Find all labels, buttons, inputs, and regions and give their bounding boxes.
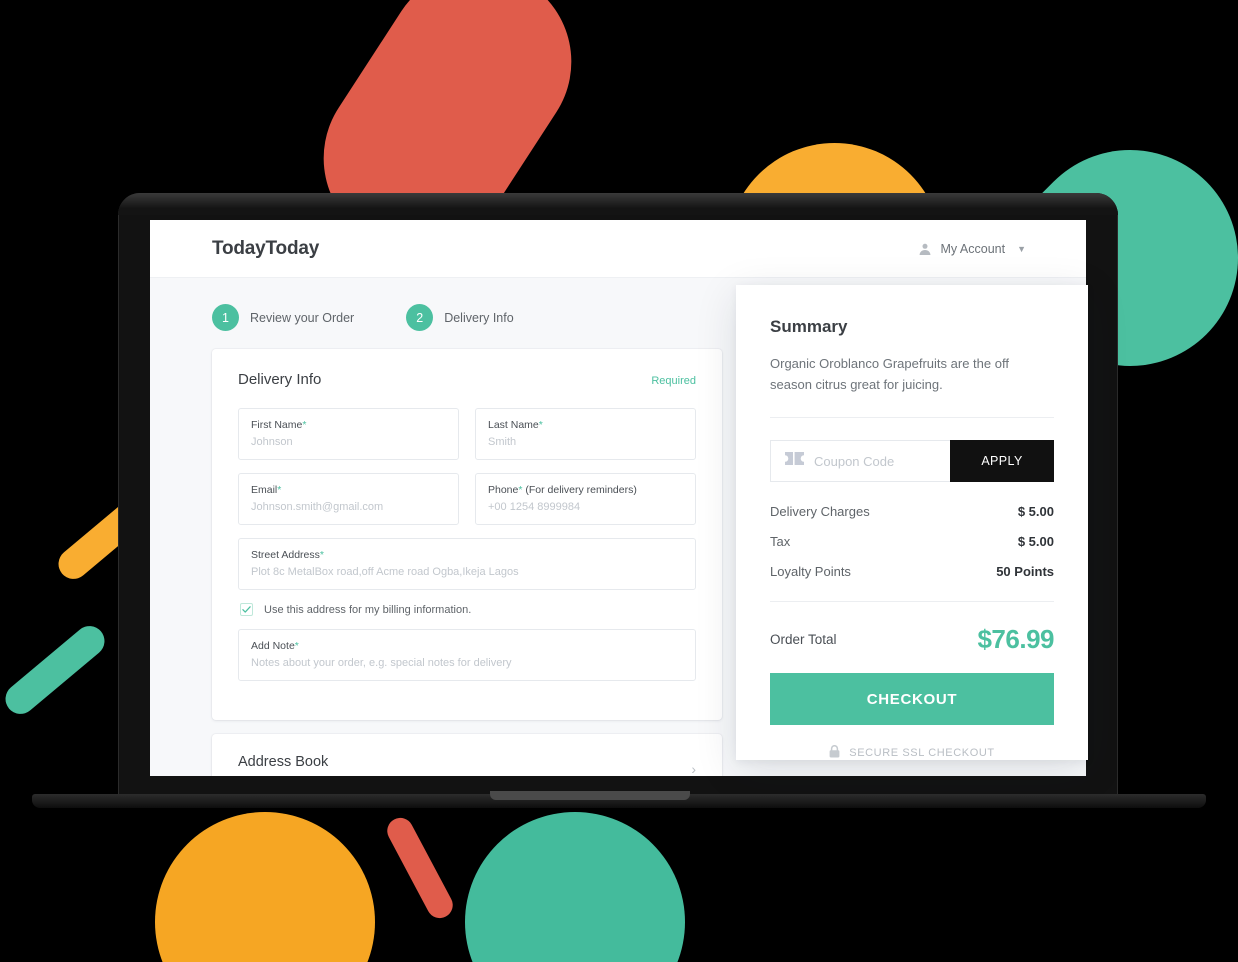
account-menu[interactable]: My Account ▼ xyxy=(918,242,1026,256)
phone-input[interactable]: +00 1254 8999984 xyxy=(488,501,683,513)
email-field[interactable]: Email* Johnson.smith@gmail.com xyxy=(238,473,459,525)
name-field-row: First Name* Johnson Last Name* Smith xyxy=(238,408,696,460)
summary-line-delivery: Delivery Charges $ 5.00 xyxy=(770,504,1054,519)
summary-description: Organic Oroblanco Grapefruits are the of… xyxy=(770,356,1009,393)
summary-divider-top xyxy=(770,417,1054,419)
step-number-badge: 1 xyxy=(212,304,239,331)
address-book-card[interactable]: Address Book Sed ut perspiciatis unde om… xyxy=(212,734,722,776)
step-label: Review your Order xyxy=(250,310,355,325)
summary-line-loyalty: Loyalty Points 50 Points xyxy=(770,564,1054,579)
email-label: Email* xyxy=(251,484,282,496)
delivery-column: Delivery Info Required First Name* Johns… xyxy=(212,349,722,776)
required-note: Required xyxy=(651,375,696,387)
decor-red-pill-bottom xyxy=(382,813,458,923)
order-total-row: Order Total $76.99 xyxy=(770,624,1054,655)
email-input[interactable]: Johnson.smith@gmail.com xyxy=(251,501,446,513)
summary-line-tax: Tax $ 5.00 xyxy=(770,534,1054,549)
account-label: My Account xyxy=(940,241,1006,256)
last-name-field[interactable]: Last Name* Smith xyxy=(475,408,696,460)
summary-divider-bottom xyxy=(770,601,1054,603)
decor-orange-circle-bottom xyxy=(155,812,375,962)
last-name-input[interactable]: Smith xyxy=(488,436,683,448)
billing-checkbox-label: Use this address for my billing informat… xyxy=(264,603,472,616)
coupon-input[interactable]: Coupon Code xyxy=(770,440,950,483)
summary-line-key: Delivery Charges xyxy=(770,504,870,520)
coupon-row: Coupon Code APPLY xyxy=(770,440,1054,483)
billing-checkbox-row[interactable]: Use this address for my billing informat… xyxy=(240,603,696,616)
add-note-input[interactable]: Notes about your order, e.g. special not… xyxy=(251,657,683,669)
first-name-field[interactable]: First Name* Johnson xyxy=(238,408,459,460)
step-number-badge: 2 xyxy=(406,304,434,331)
address-field-row: Street Address* Plot 8c MetalBox road,of… xyxy=(238,538,696,590)
summary-line-key: Tax xyxy=(770,534,791,550)
delivery-info-card: Delivery Info Required First Name* Johns… xyxy=(212,349,722,720)
decor-teal-pill-left xyxy=(0,619,111,721)
delivery-card-title: Delivery Info xyxy=(238,371,322,388)
order-total-label: Order Total xyxy=(770,632,837,648)
add-note-field[interactable]: Add Note* Notes about your order, e.g. s… xyxy=(238,629,696,681)
summary-line-key: Loyalty Points xyxy=(770,564,851,580)
step-label: Delivery Info xyxy=(444,310,514,325)
last-name-label: Last Name* xyxy=(488,419,543,431)
first-name-input[interactable]: Johnson xyxy=(251,436,446,448)
apply-coupon-button[interactable]: APPLY xyxy=(950,440,1054,483)
first-name-label: First Name* xyxy=(251,419,307,431)
order-total-value: $76.99 xyxy=(977,624,1054,655)
add-note-label: Add Note* xyxy=(251,640,299,652)
ticket-icon xyxy=(785,452,804,470)
chevron-down-icon: ▼ xyxy=(1017,243,1026,254)
user-icon xyxy=(918,242,932,256)
screenshot-stage: TodayToday My Account ▼ 1 Review your Or… xyxy=(0,0,1238,962)
summary-line-value: 50 Points xyxy=(996,564,1054,580)
summary-title: Summary xyxy=(770,317,848,336)
delivery-card-header: Delivery Info Required xyxy=(238,371,696,388)
address-book-title: Address Book xyxy=(238,754,329,770)
brand-logo: TodayToday xyxy=(212,237,320,259)
app-header: TodayToday My Account ▼ xyxy=(150,220,1086,278)
chevron-right-icon[interactable]: › xyxy=(691,761,696,776)
street-address-label: Street Address* xyxy=(251,549,324,561)
contact-field-row: Email* Johnson.smith@gmail.com Phone* (F… xyxy=(238,473,696,525)
street-address-field[interactable]: Street Address* Plot 8c MetalBox road,of… xyxy=(238,538,696,590)
coupon-placeholder: Coupon Code xyxy=(814,453,895,469)
note-field-row: Add Note* Notes about your order, e.g. s… xyxy=(238,629,696,681)
phone-field[interactable]: Phone* (For delivery reminders) +00 1254… xyxy=(475,473,696,525)
summary-line-value: $ 5.00 xyxy=(1017,504,1054,520)
summary-line-value: $ 5.00 xyxy=(1017,534,1054,550)
step-review-order[interactable]: 1 Review your Order xyxy=(212,304,354,331)
street-address-input[interactable]: Plot 8c MetalBox road,off Acme road Ogba… xyxy=(251,566,683,578)
checkout-button[interactable]: CHECKOUT xyxy=(770,673,1054,726)
decor-teal-circle-bottom xyxy=(465,812,685,962)
step-delivery-info[interactable]: 2 Delivery Info xyxy=(406,304,514,331)
secure-ssl-note: SECURE SSL CHECKOUT xyxy=(770,745,1054,761)
laptop-notch xyxy=(490,791,690,800)
phone-label: Phone* (For delivery reminders) xyxy=(488,484,637,496)
checkbox-checked-icon[interactable] xyxy=(240,603,253,616)
lock-icon xyxy=(829,745,840,761)
order-summary-panel: Summary Organic Oroblanco Grapefruits ar… xyxy=(736,285,1088,760)
ssl-label: SECURE SSL CHECKOUT xyxy=(849,747,995,760)
